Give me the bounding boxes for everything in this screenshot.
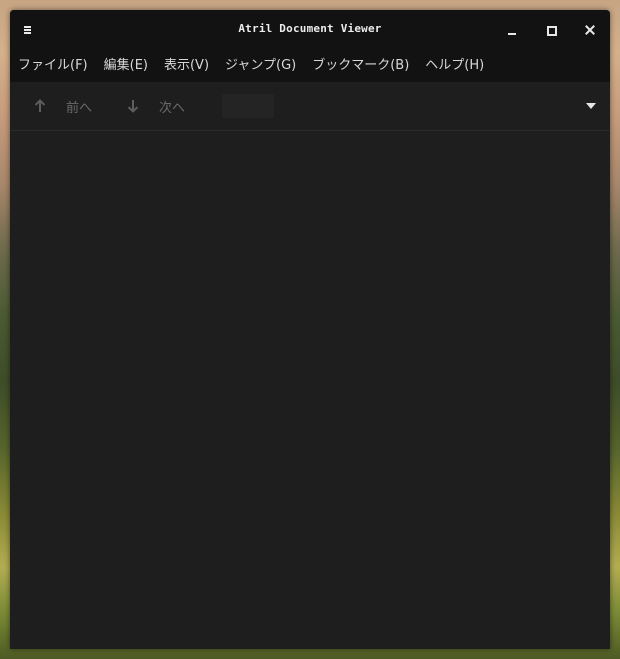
menu-view[interactable]: 表示(V) — [156, 50, 217, 82]
maximize-button[interactable] — [543, 22, 559, 38]
next-page-button[interactable]: 次へ — [125, 94, 185, 118]
menu-edit[interactable]: 編集(E) — [96, 50, 156, 82]
menu-help[interactable]: ヘルプ(H) — [417, 50, 492, 82]
menu-go[interactable]: ジャンプ(G) — [217, 50, 304, 82]
menu-bookmarks[interactable]: ブックマーク(B) — [304, 50, 417, 82]
menu-file[interactable]: ファイル(F) — [10, 50, 96, 82]
menu-bar: ファイル(F) 編集(E) 表示(V) ジャンプ(G) ブックマーク(B) ヘル… — [10, 50, 610, 82]
minimize-icon — [508, 33, 516, 35]
title-bar[interactable]: Atril Document Viewer — [10, 10, 610, 50]
previous-page-button[interactable]: 前へ — [32, 94, 92, 118]
triangle-down-icon — [586, 103, 596, 109]
toolbar-overflow-button[interactable] — [584, 98, 600, 114]
minimize-button[interactable] — [504, 22, 520, 38]
maximize-icon — [547, 26, 557, 36]
document-view-area[interactable] — [10, 131, 610, 649]
arrow-up-icon — [32, 98, 48, 114]
arrow-down-icon — [125, 98, 141, 114]
window-title: Atril Document Viewer — [238, 22, 382, 35]
close-button[interactable] — [582, 22, 598, 38]
page-number-input[interactable] — [222, 94, 274, 118]
document-viewer-window: Atril Document Viewer ファイル(F) 編集(E) 表示(V… — [10, 10, 610, 649]
toolbar: 前へ 次へ — [10, 82, 610, 131]
next-page-label: 次へ — [159, 100, 186, 116]
previous-page-label: 前へ — [66, 100, 93, 116]
